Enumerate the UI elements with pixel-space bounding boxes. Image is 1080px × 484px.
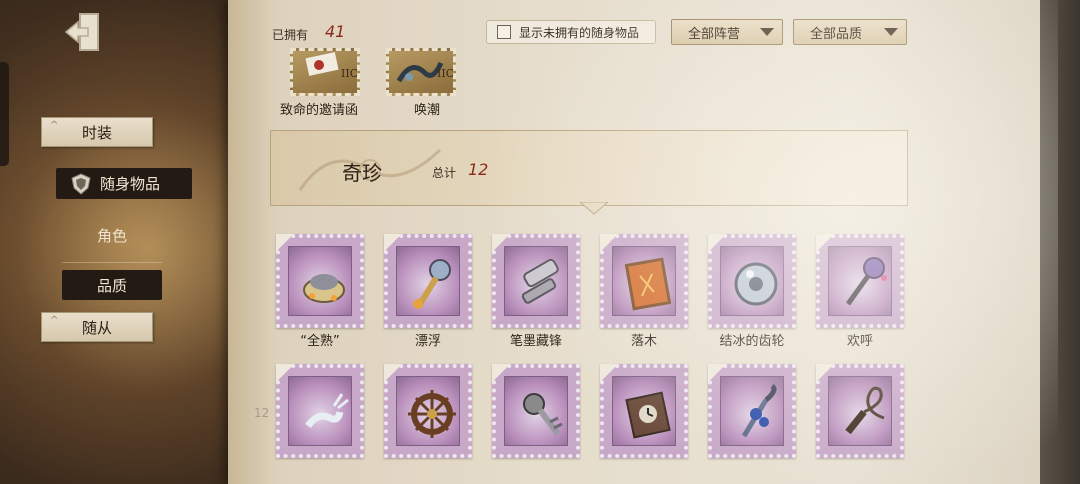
folded-corner xyxy=(600,234,618,252)
item-card[interactable]: 结冰的齿轮 xyxy=(708,234,796,349)
section-total: 12 xyxy=(468,160,489,179)
frozen-gear-icon xyxy=(734,262,778,306)
deer-icon xyxy=(305,393,349,429)
item-card[interactable]: “全熟” xyxy=(276,234,364,349)
item-label: 欢呼 xyxy=(846,334,873,349)
stamp-frame xyxy=(492,234,580,328)
nav-item-label: 品质 xyxy=(96,276,127,295)
exit-door-icon[interactable] xyxy=(62,10,106,54)
checkbox-icon[interactable] xyxy=(497,25,511,39)
item-card[interactable] xyxy=(276,364,364,458)
page-number: 12 xyxy=(254,406,270,420)
rose-cane-icon xyxy=(741,383,777,438)
item-card[interactable]: 欢呼 xyxy=(816,234,904,349)
game-screen: ^ 时装 随身物品 角色 品质 ^ 随从 已拥有 41 显示未拥有的随身物品 全… xyxy=(0,0,1080,484)
item-card[interactable] xyxy=(816,364,904,458)
nav-item-character[interactable]: 角色 xyxy=(62,222,162,248)
folded-corner xyxy=(600,364,618,382)
item-card[interactable] xyxy=(600,364,688,458)
stamp-frame xyxy=(600,364,688,458)
scepter-icon xyxy=(845,257,887,306)
owned-label: 已拥有 xyxy=(272,28,309,42)
folded-corner xyxy=(492,364,510,382)
lantern-icon xyxy=(413,259,451,309)
item-label: 漂浮 xyxy=(414,334,441,349)
shield-icon xyxy=(71,172,91,195)
quality-filter-dropdown[interactable]: 全部品质 xyxy=(793,19,907,45)
nav-item-fashion[interactable]: ^ 时装 xyxy=(41,117,153,147)
envelope-stamp-icon[interactable]: IIC xyxy=(290,48,360,96)
folded-corner xyxy=(276,234,294,252)
stamp-frame xyxy=(708,234,796,328)
svg-text:IIC: IIC xyxy=(437,67,453,80)
scroll-icon xyxy=(521,258,559,304)
nav-item-follower[interactable]: ^ 随从 xyxy=(41,312,153,342)
stamp-frame xyxy=(600,234,688,328)
banner-notch xyxy=(580,202,608,215)
stamp-frame xyxy=(816,234,904,328)
chevron-down-icon xyxy=(760,28,774,36)
chevron-down-icon xyxy=(884,28,898,36)
section-title: 奇珍 xyxy=(342,161,382,185)
item-label: 结冰的齿轮 xyxy=(719,334,785,349)
side-drawer-handle[interactable] xyxy=(0,62,9,166)
clock-frame-icon xyxy=(625,391,671,439)
pot-icon xyxy=(303,274,345,303)
show-unowned-label: 显示未拥有的随身物品 xyxy=(519,25,640,40)
stamp-frame xyxy=(816,364,904,458)
nav-item-label: 随从 xyxy=(81,318,112,337)
item-label: 唤潮 xyxy=(414,103,441,118)
camp-filter-dropdown[interactable]: 全部阵营 xyxy=(671,19,783,45)
ship-wheel-icon xyxy=(408,390,456,438)
whip-icon xyxy=(845,386,885,435)
nav-item-quality[interactable]: 品质 xyxy=(62,270,162,300)
tick-mark: ^ xyxy=(50,120,59,131)
item-card[interactable]: 落木 xyxy=(600,234,688,349)
item-label: 笔墨藏锋 xyxy=(509,334,562,349)
item-card[interactable]: 漂浮 xyxy=(384,234,472,349)
autumn-frame-icon xyxy=(624,257,672,311)
section-total-label: 总计 xyxy=(432,166,457,180)
book-edge xyxy=(1040,0,1080,484)
envelope-art: IIC xyxy=(305,52,358,80)
tide-stamp-icon[interactable]: IIC xyxy=(386,48,456,96)
item-card[interactable] xyxy=(384,364,472,458)
stamp-frame xyxy=(708,364,796,458)
folded-corner xyxy=(816,364,834,382)
stamp-frame xyxy=(276,234,364,328)
svg-text:IIC: IIC xyxy=(341,67,357,80)
item-label: 致命的邀请函 xyxy=(280,103,359,118)
tide-art: IIC xyxy=(396,61,454,83)
nav-divider xyxy=(62,262,162,263)
item-label: 落木 xyxy=(630,334,657,349)
nav-item-label: 随身物品 xyxy=(100,175,161,193)
spiked-key-icon xyxy=(523,393,563,436)
show-unowned-toggle[interactable]: 显示未拥有的随身物品 xyxy=(486,20,656,44)
owned-count: 41 xyxy=(325,22,346,41)
folded-corner xyxy=(708,364,726,382)
folded-corner xyxy=(384,364,402,382)
item-card[interactable] xyxy=(492,364,580,458)
folded-corner xyxy=(708,234,726,252)
stamp-frame xyxy=(384,364,472,458)
stamp-frame xyxy=(384,234,472,328)
folded-corner xyxy=(492,234,510,252)
quality-filter-value: 全部品质 xyxy=(810,26,863,42)
item-card[interactable] xyxy=(708,364,796,458)
stamp-frame xyxy=(492,364,580,458)
folded-corner xyxy=(816,234,834,252)
item-label: “全熟” xyxy=(300,334,340,349)
nav-item-label: 时装 xyxy=(81,123,112,142)
camp-filter-value: 全部阵营 xyxy=(688,26,741,42)
nav-item-label: 角色 xyxy=(96,226,127,245)
item-card[interactable]: 笔墨藏锋 xyxy=(492,234,580,349)
stamp-frame xyxy=(276,364,364,458)
folded-corner xyxy=(276,364,294,382)
tick-mark: ^ xyxy=(50,315,59,326)
nav-item-accessories[interactable]: 随身物品 xyxy=(56,168,192,199)
folded-corner xyxy=(384,234,402,252)
